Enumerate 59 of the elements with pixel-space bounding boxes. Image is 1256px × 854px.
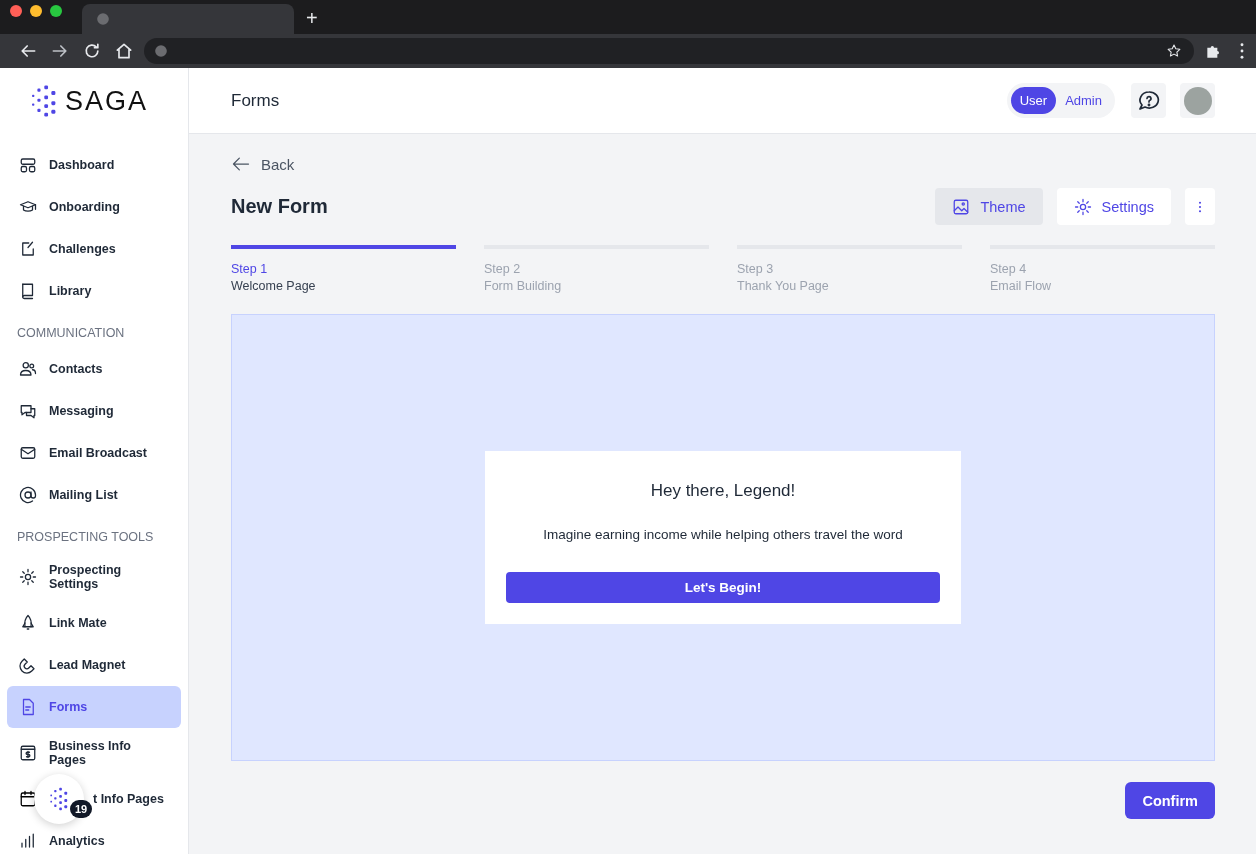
edit-icon — [19, 240, 37, 258]
sidebar-item[interactable]: Link Mate — [7, 602, 181, 644]
sidebar-item[interactable]: Onboarding — [7, 186, 181, 228]
begin-button[interactable]: Let's Begin! — [506, 572, 940, 603]
dollar-page-icon — [19, 744, 37, 762]
new-tab-button[interactable]: + — [302, 7, 322, 30]
sidebar-item[interactable]: Analytics — [7, 820, 181, 854]
sidebar-item[interactable]: Lead Magnet — [7, 644, 181, 686]
star-icon[interactable] — [1166, 43, 1182, 59]
window-control[interactable] — [50, 5, 62, 17]
sidebar-item[interactable]: Contacts — [7, 348, 181, 390]
sidebar-item[interactable]: Email Broadcast — [7, 432, 181, 474]
globe-icon — [154, 44, 168, 58]
theme-button[interactable]: Theme — [935, 188, 1043, 225]
confirm-button[interactable]: Confirm — [1125, 782, 1215, 819]
form-title: New Form — [231, 195, 328, 218]
sidebar-item[interactable]: Library — [7, 270, 181, 312]
brand-name: SAGA — [65, 85, 149, 117]
home-icon[interactable] — [114, 41, 134, 61]
sidebar-item[interactable]: Business Info Pages — [7, 728, 181, 778]
sidebar-item[interactable]: Dashboard — [7, 144, 181, 186]
count-badge: 19 — [70, 800, 93, 818]
more-vertical-icon — [1198, 199, 1202, 214]
help-chat-icon — [1136, 88, 1161, 113]
chat-bubbles-icon — [19, 402, 37, 420]
window-control[interactable] — [10, 5, 22, 17]
card-heading: Hey there, Legend! — [650, 481, 796, 501]
calendar-icon — [19, 790, 37, 808]
sidebar-item[interactable]: Messaging — [7, 390, 181, 432]
logo-icon — [49, 786, 69, 812]
settings-icon — [19, 568, 37, 586]
back-link[interactable]: Back — [231, 154, 295, 174]
avatar — [1183, 86, 1212, 115]
sidebar-item[interactable]: Mailing List — [7, 474, 181, 516]
globe-icon — [96, 12, 110, 26]
more-vertical-icon[interactable] — [1240, 42, 1244, 60]
at-sign-icon — [19, 486, 37, 504]
users-icon — [19, 360, 37, 378]
sidebar-item[interactable]: Forms — [7, 686, 181, 728]
window-control[interactable] — [30, 5, 42, 17]
bar-chart-icon — [19, 832, 37, 850]
section-heading: COMMUNICATION — [16, 325, 126, 342]
reload-icon[interactable] — [82, 41, 102, 61]
grid-icon — [19, 156, 37, 174]
section-heading: PROSPECTING TOOLS — [16, 529, 155, 546]
page-title: Forms — [231, 90, 280, 111]
help-button[interactable] — [1131, 83, 1166, 118]
mail-icon — [19, 444, 37, 462]
role-option[interactable]: User — [1010, 87, 1057, 114]
step-tab[interactable]: Step 1 Welcome Page — [231, 245, 456, 293]
card-text: Imagine earning income while helping others travel the word — [543, 527, 903, 542]
settings-button[interactable]: Settings — [1056, 188, 1171, 225]
sidebar-item[interactable]: t Info Pages — [91, 778, 181, 820]
role-option[interactable]: Admin — [1056, 87, 1111, 114]
magnet-icon — [19, 656, 37, 674]
sidebar-item[interactable]: Prospecting Settings — [7, 552, 181, 602]
settings-icon — [1073, 197, 1092, 216]
image-icon — [952, 197, 971, 216]
sidebar-item[interactable]: Challenges — [7, 228, 181, 270]
